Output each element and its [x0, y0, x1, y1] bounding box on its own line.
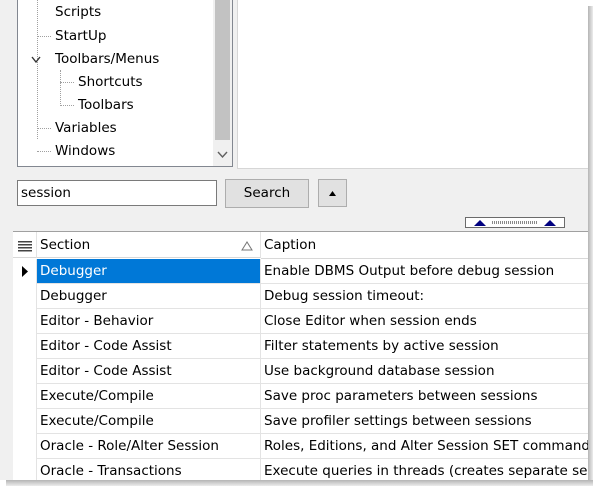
grid-menu-header[interactable] [13, 232, 37, 258]
row-indicator [13, 284, 37, 309]
current-row-arrow-icon [22, 266, 28, 277]
table-row[interactable]: Oracle - Role/Alter Session Roles, Editi… [13, 434, 588, 459]
tree-item-scripts[interactable]: Scripts [55, 1, 101, 23]
table-row[interactable]: Execute/Compile Save profiler settings b… [13, 409, 588, 434]
caption-cell[interactable]: Save proc parameters between sessions [261, 384, 588, 409]
splitter-up-arrow-icon [474, 220, 486, 226]
tree-connector [37, 151, 51, 152]
row-indicator [13, 334, 37, 359]
row-indicator [13, 459, 37, 480]
section-cell[interactable]: Debugger [37, 259, 261, 284]
splitter-handle[interactable] [465, 217, 565, 228]
table-row[interactable]: Debugger Debug session timeout: [13, 284, 588, 309]
table-row[interactable]: Editor - Code Assist Use background data… [13, 359, 588, 384]
section-cell[interactable]: Execute/Compile [37, 409, 261, 434]
caption-cell[interactable]: Roles, Editions, and Alter Session SET c… [261, 434, 588, 459]
caption-cell[interactable]: Debug session timeout: [261, 284, 588, 309]
table-row[interactable]: Oracle - Transactions Execute queries in… [13, 459, 588, 480]
details-panel [237, 0, 588, 169]
caption-cell[interactable]: Enable DBMS Output before debug session [261, 259, 588, 284]
section-cell[interactable]: Execute/Compile [37, 384, 261, 409]
caption-cell[interactable]: Execute queries in threads (creates sepa… [261, 459, 588, 480]
window-shadow [6, 480, 593, 486]
column-header-label: Section [40, 237, 91, 253]
row-indicator [13, 359, 37, 384]
table-row[interactable]: Editor - Code Assist Filter statements b… [13, 334, 588, 359]
table-row[interactable]: Debugger Enable DBMS Output before debug… [13, 259, 588, 284]
section-cell[interactable]: Debugger [37, 284, 261, 309]
options-window: Scripts StartUp Toolbars/Menus Shortcuts… [0, 0, 588, 480]
tree-connector [60, 82, 74, 83]
window-shadow [588, 6, 593, 485]
list-menu-icon [18, 241, 32, 252]
scroll-down-icon[interactable] [213, 144, 232, 166]
row-indicator [13, 434, 37, 459]
section-cell[interactable]: Editor - Behavior [37, 309, 261, 334]
table-row[interactable]: Execute/Compile Save proc parameters bet… [13, 384, 588, 409]
tree-connector [37, 0, 38, 139]
options-tree[interactable]: Scripts StartUp Toolbars/Menus Shortcuts… [17, 0, 233, 167]
tree-item-shortcuts[interactable]: Shortcuts [78, 71, 143, 93]
tree-connector [60, 105, 74, 106]
section-cell[interactable]: Editor - Code Assist [37, 334, 261, 359]
results-grid[interactable]: Section Caption Debugger Enable DBMS Out… [13, 231, 588, 480]
scrollbar-thumb[interactable] [215, 0, 230, 140]
row-indicator [13, 309, 37, 334]
column-header-label: Caption [264, 237, 317, 253]
column-header-section[interactable]: Section [37, 232, 261, 258]
sort-triangle-icon [241, 241, 253, 251]
column-header-caption[interactable]: Caption [261, 232, 588, 259]
search-input[interactable] [17, 180, 217, 206]
section-cell[interactable]: Oracle - Role/Alter Session [37, 434, 261, 459]
row-indicator [13, 409, 37, 434]
row-indicator [13, 259, 37, 284]
search-button[interactable]: Search [225, 179, 309, 208]
tree-item-variables[interactable]: Variables [55, 117, 117, 139]
tree-item-toolbars-menus[interactable]: Toolbars/Menus [55, 48, 159, 70]
caption-cell[interactable]: Use background database session [261, 359, 588, 384]
table-row[interactable]: Editor - Behavior Close Editor when sess… [13, 309, 588, 334]
tree-connector [37, 128, 51, 129]
splitter-up-arrow-icon [544, 220, 556, 226]
tree-item-toolbars[interactable]: Toolbars [78, 94, 134, 116]
row-indicator [13, 384, 37, 409]
caption-cell[interactable]: Filter statements by active session [261, 334, 588, 359]
collapse-button[interactable] [318, 179, 347, 207]
chevron-down-icon[interactable] [29, 53, 43, 67]
caption-cell[interactable]: Close Editor when session ends [261, 309, 588, 334]
tree-item-startup[interactable]: StartUp [55, 25, 106, 47]
triangle-up-icon [329, 191, 336, 196]
tree-item-windows[interactable]: Windows [55, 140, 115, 162]
tree-connector [37, 36, 51, 37]
caption-cell[interactable]: Save profiler settings between sessions [261, 409, 588, 434]
section-cell[interactable]: Editor - Code Assist [37, 359, 261, 384]
tree-connector [60, 70, 61, 106]
section-cell[interactable]: Oracle - Transactions [37, 459, 261, 480]
tree-vertical-scrollbar[interactable] [213, 0, 232, 166]
